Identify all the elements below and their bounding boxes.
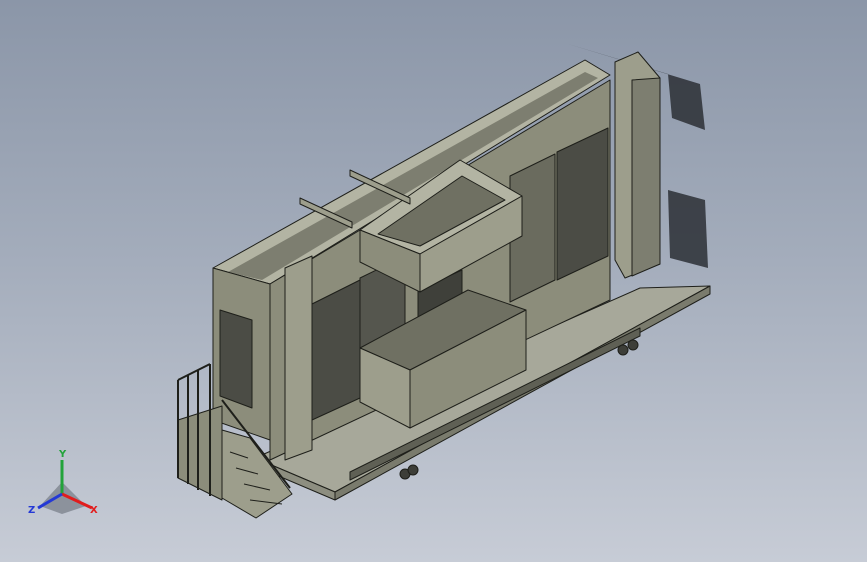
triad-z-label: Z [28,505,36,516]
cad-viewport[interactable]: Y X Z [0,0,867,562]
tiny-house-model[interactable] [0,0,867,562]
window-5 [556,127,609,281]
wheel [407,464,419,476]
triad-x-label: X [90,505,98,516]
pillar-right-side [631,77,661,277]
wheel [627,339,639,351]
orientation-triad[interactable]: Y X Z [22,448,104,524]
pillar-left [284,255,313,461]
wheel [617,344,629,356]
triad-y-label: Y [59,449,67,460]
door-window [219,309,253,409]
shadow-bottom [668,190,708,268]
window-1 [311,279,361,421]
